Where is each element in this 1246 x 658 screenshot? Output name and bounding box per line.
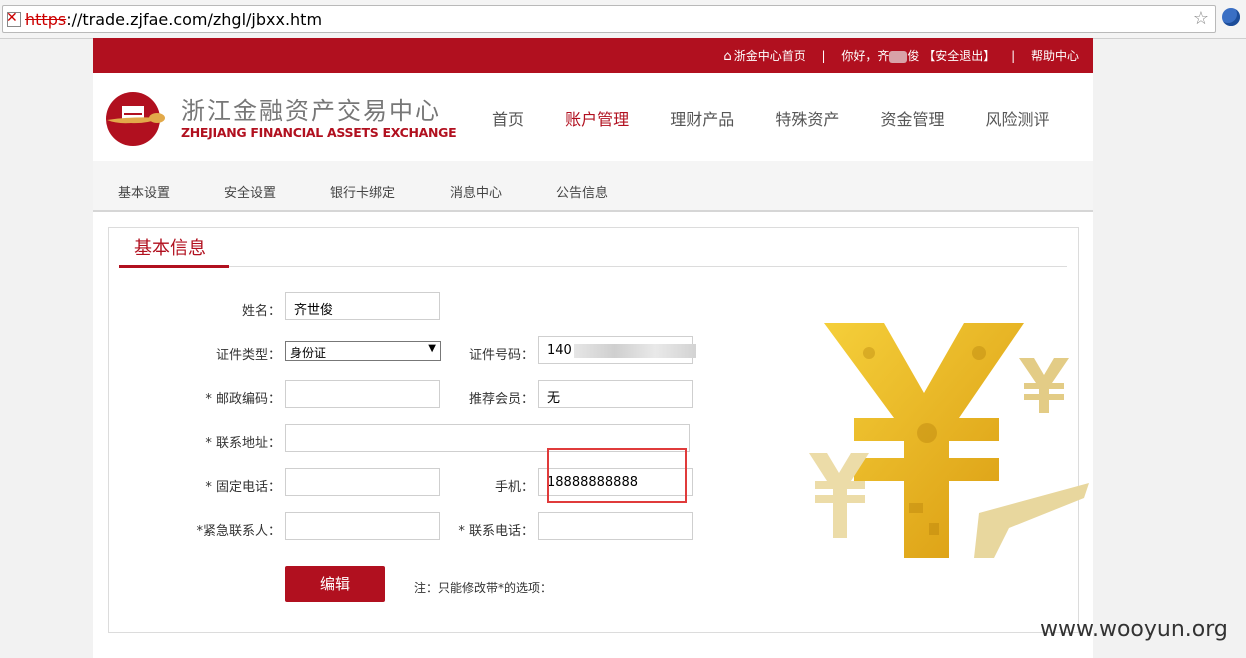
greeting: 你好，齐 [841, 49, 890, 63]
landline-field[interactable] [285, 468, 440, 496]
postcode-field[interactable] [285, 380, 440, 408]
name-field[interactable]: 齐世俊 [285, 292, 440, 320]
separator: | [821, 49, 826, 63]
home-icon: ⌂ [723, 49, 732, 64]
edit-note: 注：只能修改带*的选项： [414, 581, 553, 595]
landline-label: * 固定电话： [205, 480, 281, 495]
id-type-select[interactable]: 身份证 ▼ [285, 341, 441, 361]
site-header: 浙江金融资产交易中心 ZHEJIANG FINANCIAL ASSETS EXC… [93, 73, 1093, 162]
nav-item-special-assets[interactable]: 特殊资产 [775, 110, 839, 129]
postcode-label: * 邮政编码： [205, 392, 281, 407]
url-path: ://trade.zjfae.com/zhgl/jbxx.htm [66, 10, 323, 29]
home-link[interactable]: 浙金中心首页 [734, 49, 806, 63]
top-bar: ⌂ 浙金中心首页 | 你好，齐 俊 【安全退出】 | 帮助中心 [93, 38, 1093, 73]
nav-item-account[interactable]: 账户管理 [565, 110, 629, 129]
insecure-page-icon: ✕ [6, 10, 21, 27]
help-link[interactable]: 帮助中心 [1031, 49, 1079, 63]
url-scheme: https [25, 10, 67, 29]
nav-item-products[interactable]: 理财产品 [670, 110, 734, 129]
mobile-label: 手机： [494, 480, 534, 495]
basic-info-panel: 基本信息 姓名： 齐世俊 证件类型： 身份证 ▼ 证件号码： 140 * 邮政编码… [108, 227, 1089, 633]
id-number-label: 证件号码： [468, 348, 534, 363]
watermark: www.wooyun.org [1040, 617, 1228, 642]
masked-name [889, 50, 908, 63]
address-bar[interactable]: ✕ https://trade.zjfae.com/zhgl/jbxx.htm … [2, 5, 1216, 33]
edit-button[interactable]: 编辑 [285, 566, 385, 602]
subnav-messages[interactable]: 消息中心 [450, 182, 502, 201]
subnav-basic-settings[interactable]: 基本设置 [118, 182, 170, 201]
subnav-announcements[interactable]: 公告信息 [556, 182, 608, 201]
title-underline [119, 265, 229, 268]
yuan-illustration [809, 323, 1089, 558]
exchange-logo-icon[interactable] [105, 91, 165, 147]
subnav-security-settings[interactable]: 安全设置 [224, 182, 276, 201]
nav-item-risk[interactable]: 风险测评 [986, 110, 1050, 129]
address-label: * 联系地址： [205, 436, 281, 451]
subnav-bank-card[interactable]: 银行卡绑定 [330, 182, 395, 201]
divider [119, 266, 1067, 267]
browser-toolbar: ✕ https://trade.zjfae.com/zhgl/jbxx.htm … [0, 0, 1246, 39]
id-type-value: 身份证 [290, 346, 327, 360]
id-number-value: 140 [547, 343, 572, 358]
main-nav: 首页 账户管理 理财产品 特殊资产 资金管理 风险测评 [492, 106, 1086, 130]
nav-item-home[interactable]: 首页 [492, 110, 524, 129]
emergency-contact-field[interactable] [285, 512, 440, 540]
greeting-end: 俊 [907, 49, 920, 63]
redacted-id [573, 343, 696, 358]
sub-nav: 基本设置 安全设置 银行卡绑定 消息中心 公告信息 [93, 161, 1093, 212]
site-page: ⌂ 浙金中心首页 | 你好，齐 俊 【安全退出】 | 帮助中心 浙江金融资产交易中心… [93, 38, 1093, 658]
highlight-box [547, 448, 687, 503]
referrer-label: 推荐会员： [468, 392, 534, 407]
logout-link[interactable]: 【安全退出】 [923, 49, 995, 63]
id-number-field[interactable]: 140 [538, 336, 696, 364]
id-type-label: 证件类型： [215, 348, 281, 363]
contact-phone-label: * 联系电话： [458, 524, 534, 539]
nav-item-funds[interactable]: 资金管理 [880, 110, 944, 129]
dropdown-arrow-icon: ▼ [428, 343, 436, 354]
browser-menu-icon[interactable] [1222, 8, 1240, 26]
url-text[interactable]: https://trade.zjfae.com/zhgl/jbxx.htm [25, 10, 322, 29]
name-label: 姓名： [241, 304, 281, 319]
contact-phone-field[interactable] [538, 512, 693, 540]
bookmark-star-icon[interactable]: ☆ [1193, 8, 1209, 29]
separator: | [1011, 49, 1016, 63]
emergency-contact-label: *紧急联系人： [196, 524, 281, 539]
panel-title: 基本信息 [134, 238, 206, 259]
logo-title-en: ZHEJIANG FINANCIAL ASSETS EXCHANGE [181, 125, 457, 140]
referrer-field[interactable]: 无 [538, 380, 693, 408]
logo-title-cn: 浙江金融资产交易中心 [181, 97, 441, 125]
